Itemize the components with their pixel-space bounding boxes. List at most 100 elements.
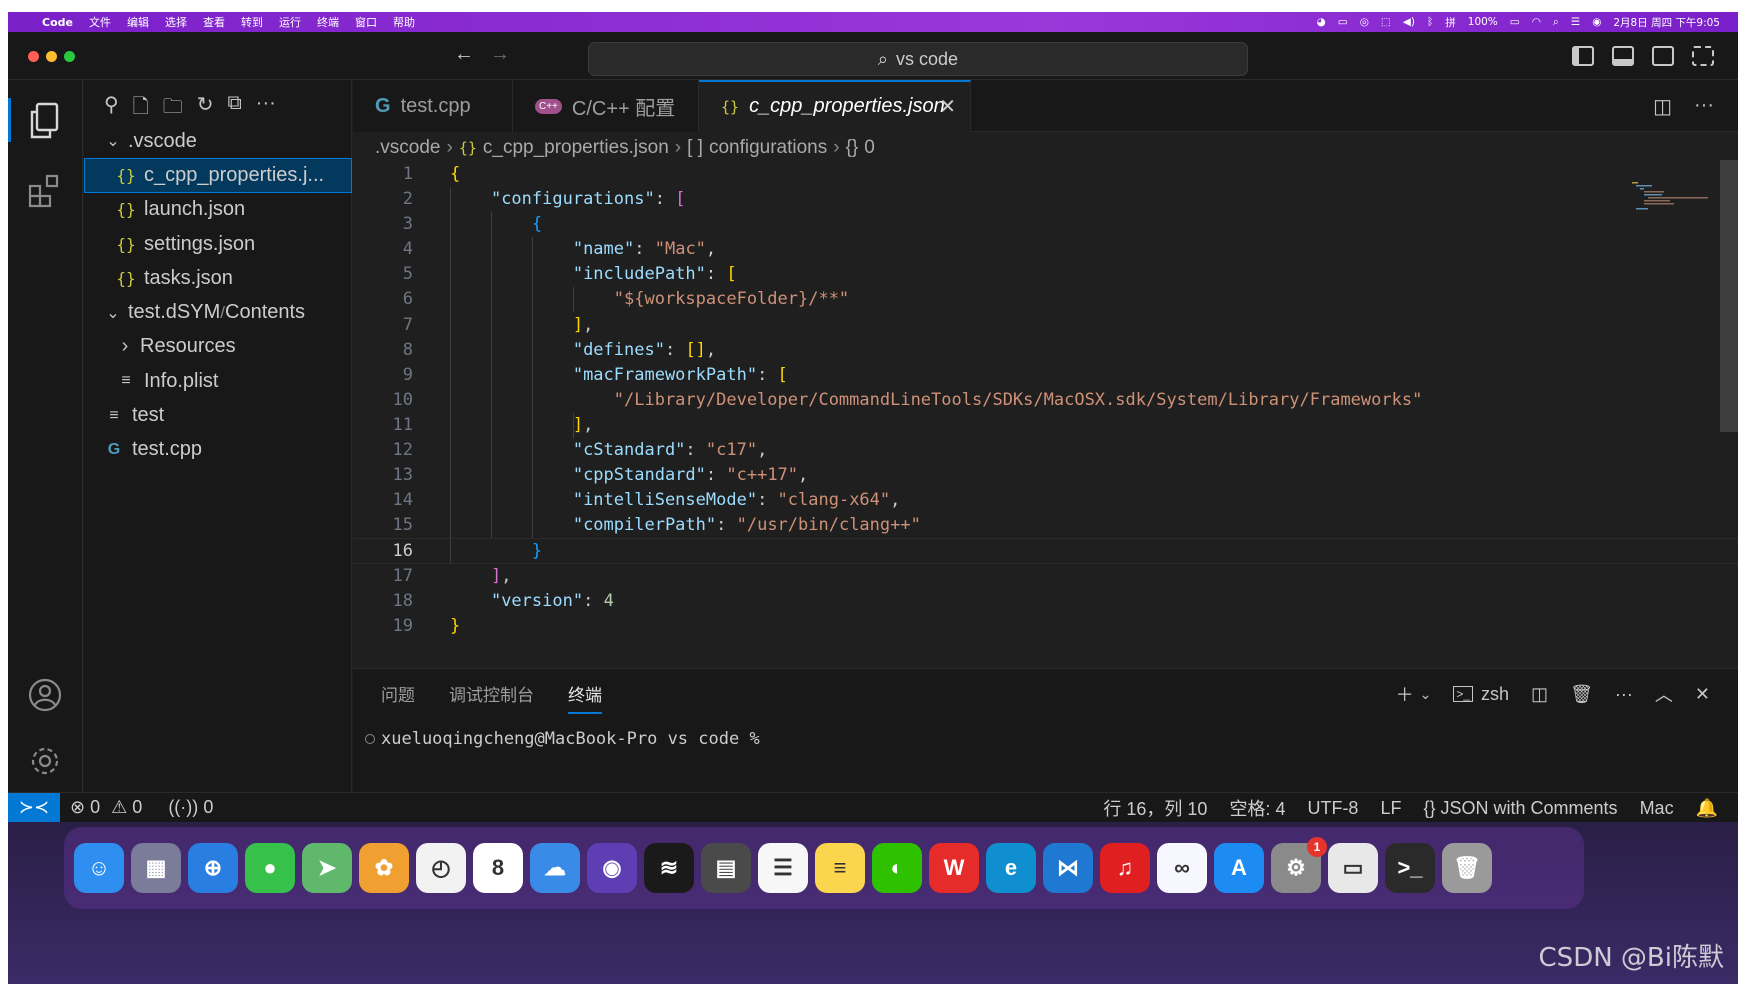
code-line[interactable]: 12 "cStandard": "c17", (353, 438, 1738, 463)
code-line[interactable]: 5 "includePath": [ (353, 262, 1738, 287)
wechat-dock-icon[interactable]: ◐ (872, 843, 922, 893)
weather-dock-icon[interactable]: ☁ (530, 843, 580, 893)
code-line[interactable]: 15 "compilerPath": "/usr/bin/clang++" (353, 513, 1738, 538)
printer-dock-icon[interactable]: ▭ (1328, 843, 1378, 893)
indentation[interactable]: 空格: 4 (1229, 795, 1285, 821)
tab-test-cpp[interactable]: G test.cpp (353, 80, 513, 132)
code-line[interactable]: 16 } (353, 538, 1738, 564)
forward-arrow-icon[interactable]: → (490, 42, 510, 66)
code-area[interactable]: 1{2 "configurations": [3 {4 "name": "Mac… (353, 162, 1738, 639)
airdrop-icon[interactable]: ◎ (1360, 16, 1369, 28)
terminal-dock-icon[interactable]: >_ (1385, 843, 1435, 893)
notes-dock-icon[interactable]: ≡ (815, 843, 865, 893)
pin-icon[interactable]: ⚲ (104, 92, 119, 126)
safari-dock-icon[interactable]: ⊕ (188, 843, 238, 893)
siri-dock-icon[interactable]: ◉ (587, 843, 637, 893)
code-line[interactable]: 19} (353, 614, 1738, 639)
minimize-window-button[interactable] (46, 51, 57, 62)
code-line[interactable]: 6 "${workspaceFolder}/**" (353, 287, 1738, 312)
split-editor-icon[interactable]: ◫ (1653, 94, 1672, 119)
close-window-button[interactable] (28, 51, 39, 62)
menu-go[interactable]: 转到 (233, 14, 271, 30)
netease-music-dock-icon[interactable]: ♫ (1100, 843, 1150, 893)
code-line[interactable]: 7 ], (353, 313, 1738, 338)
command-center-search[interactable]: ⌕ vs code (588, 42, 1248, 76)
tree-item[interactable]: ≡ Info.plist (84, 364, 352, 398)
code-line[interactable]: 13 "cppStandard": "c++17", (353, 463, 1738, 488)
voice-memos-dock-icon[interactable]: ≋ (644, 843, 694, 893)
menu-file[interactable]: 文件 (81, 14, 119, 30)
toggle-panel-icon[interactable] (1612, 46, 1634, 66)
breadcrumb-item[interactable]: 0 (864, 137, 875, 159)
code-line[interactable]: 10 "/Library/Developer/CommandLineTools/… (353, 388, 1738, 413)
problems-status[interactable]: ⊗ 0 ⚠ 0 (70, 797, 142, 818)
new-terminal-icon[interactable]: ＋ (1396, 681, 1414, 707)
breadcrumb-item[interactable]: c_cpp_properties.json (483, 137, 669, 159)
language-mode[interactable]: {} JSON with Comments (1423, 798, 1617, 819)
code-line[interactable]: 3 { (353, 212, 1738, 237)
toggle-secondary-sidebar-icon[interactable] (1652, 46, 1674, 66)
code-line[interactable]: 17 ], (353, 564, 1738, 589)
more-actions-icon[interactable]: ··· (256, 92, 276, 126)
maps-dock-icon[interactable]: ➤ (302, 843, 352, 893)
minimap[interactable] (1632, 180, 1708, 220)
tree-item[interactable]: ⌄ test.dSYM / Contents (84, 295, 352, 329)
tab-problems[interactable]: 问题 (381, 681, 415, 714)
control-center-icon[interactable]: ☰ (1571, 16, 1580, 28)
code-line[interactable]: 2 "configurations": [ (353, 187, 1738, 212)
toggle-primary-sidebar-icon[interactable] (1572, 46, 1594, 66)
app-menu[interactable]: Code (34, 16, 81, 29)
code-line[interactable]: 11 ], (353, 413, 1738, 438)
line-ending[interactable]: LF (1380, 798, 1401, 819)
siri-icon[interactable]: ◉ (1592, 16, 1601, 28)
tab-debug-console[interactable]: 调试控制台 (449, 681, 534, 714)
breadcrumb-item[interactable]: configurations (709, 137, 827, 159)
trash-dock-icon[interactable]: 🗑 (1442, 843, 1492, 893)
vscode-dock-icon[interactable]: ⋈ (1043, 843, 1093, 893)
display-icon[interactable]: ▭ (1338, 16, 1348, 28)
cpp-configuration[interactable]: Mac (1640, 798, 1674, 819)
screen-mirror-icon[interactable]: ⬚ (1381, 16, 1391, 28)
menubar-clock[interactable]: 2月8日 周四 下午9:05 (1613, 15, 1720, 30)
tab-c-cpp-properties[interactable]: {} c_cpp_properties.json ✕ (699, 80, 971, 132)
finder-dock-icon[interactable]: ☺ (74, 843, 124, 893)
tab-terminal[interactable]: 终端 (568, 681, 602, 714)
split-terminal-icon[interactable]: ◫ (1531, 684, 1548, 705)
code-line[interactable]: 8 "defines": [], (353, 338, 1738, 363)
collapse-all-icon[interactable]: ⧉ (228, 92, 242, 126)
tree-item[interactable]: {} launch.json (84, 193, 352, 227)
zoom-window-button[interactable] (64, 51, 75, 62)
maximize-panel-icon[interactable]: ︿ (1655, 681, 1673, 707)
edge-dock-icon[interactable]: e (986, 843, 1036, 893)
bluetooth-icon[interactable]: ᛒ (1427, 16, 1433, 28)
tab-cpp-config[interactable]: C++ C/C++ 配置 (513, 80, 699, 132)
menu-view[interactable]: 查看 (195, 14, 233, 30)
refresh-icon[interactable]: ↻ (197, 92, 214, 126)
encoding[interactable]: UTF-8 (1307, 798, 1358, 819)
calendar-dock-icon[interactable]: 8 (473, 843, 523, 893)
reminders-dock-icon[interactable]: ☰ (758, 843, 808, 893)
baidu-netdisk-dock-icon[interactable]: ∞ (1157, 843, 1207, 893)
wechat-status-icon[interactable]: ◕ (1317, 16, 1326, 28)
spotlight-icon[interactable]: ⌕ (1553, 16, 1559, 29)
menu-selection[interactable]: 选择 (157, 14, 195, 30)
ports-status[interactable]: ((·)) 0 (168, 797, 213, 818)
remote-indicator-icon[interactable]: ≻≺ (8, 792, 60, 823)
tree-item[interactable]: {} c_cpp_properties.j... (84, 158, 352, 193)
wifi-icon[interactable]: ◠ (1532, 16, 1541, 28)
accounts-icon[interactable] (22, 672, 68, 718)
code-line[interactable]: 14 "intelliSenseMode": "clang-x64", (353, 488, 1738, 513)
tree-item[interactable]: {} tasks.json (84, 261, 352, 295)
editor-scrollbar[interactable] (1720, 160, 1738, 432)
trash-icon[interactable]: 🗑 (1570, 684, 1593, 705)
menu-terminal[interactable]: 终端 (309, 14, 347, 30)
calculator-dock-icon[interactable]: ▤ (701, 843, 751, 893)
back-arrow-icon[interactable]: ← (454, 42, 474, 66)
tree-item[interactable]: {} settings.json (84, 227, 352, 261)
input-method-icon[interactable]: 拼 (1445, 15, 1456, 30)
customize-layout-icon[interactable] (1692, 46, 1714, 66)
photos-dock-icon[interactable]: ✿ (359, 843, 409, 893)
close-panel-icon[interactable]: ✕ (1695, 684, 1710, 705)
battery-icon[interactable]: ▭ (1510, 16, 1520, 28)
huawei-app-dock-icon[interactable]: W (929, 843, 979, 893)
